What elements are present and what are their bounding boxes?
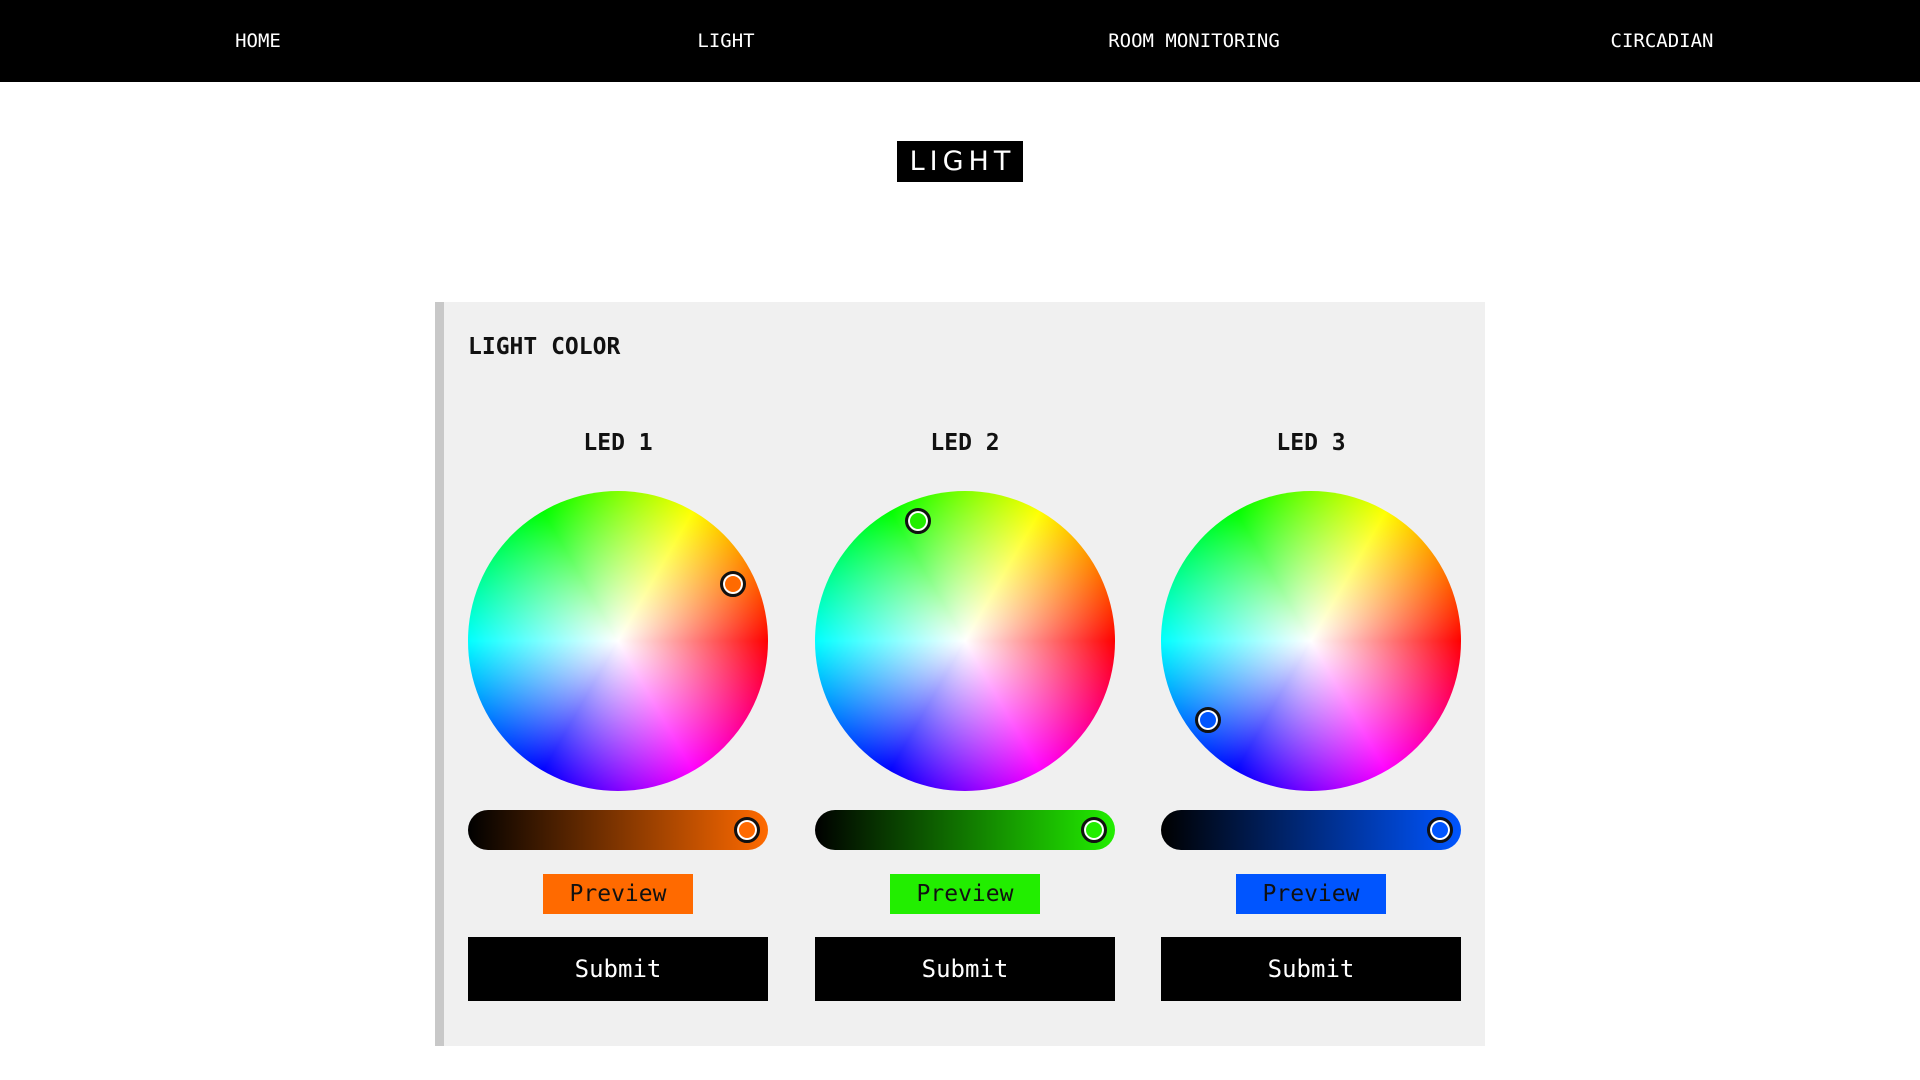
submit-button[interactable]: Submit [815,937,1115,1001]
color-preview: Preview [890,874,1040,914]
brightness-slider[interactable] [815,810,1115,850]
brightness-slider[interactable] [1161,810,1461,850]
brightness-slider[interactable] [468,810,768,850]
color-wheel[interactable] [1161,491,1461,791]
brightness-slider-handle[interactable] [1427,817,1453,843]
color-wheel-handle[interactable] [1195,707,1221,733]
brightness-slider-handle[interactable] [734,817,760,843]
nav-item-room-monitoring[interactable]: ROOM MONITORING [1044,0,1344,82]
nav-item-home[interactable]: HOME [108,0,408,82]
color-wheel[interactable] [468,491,768,791]
submit-button[interactable]: Submit [1161,937,1461,1001]
submit-button[interactable]: Submit [468,937,768,1001]
led-title: LED 1 [583,430,653,456]
color-preview: Preview [1236,874,1386,914]
color-wheel[interactable] [815,491,1115,791]
top-navbar: HOME LIGHT ROOM MONITORING CIRCADIAN [0,0,1920,82]
page-title: LIGHT [897,141,1023,182]
color-wheel-handle[interactable] [720,571,746,597]
nav-item-circadian[interactable]: CIRCADIAN [1512,0,1812,82]
led-title: LED 2 [930,430,1000,456]
color-preview: Preview [543,874,693,914]
nav-item-light[interactable]: LIGHT [576,0,876,82]
panel-title: LIGHT COLOR [468,334,621,360]
color-wheel-handle[interactable] [905,508,931,534]
brightness-slider-handle[interactable] [1081,817,1107,843]
led-title: LED 3 [1276,430,1346,456]
